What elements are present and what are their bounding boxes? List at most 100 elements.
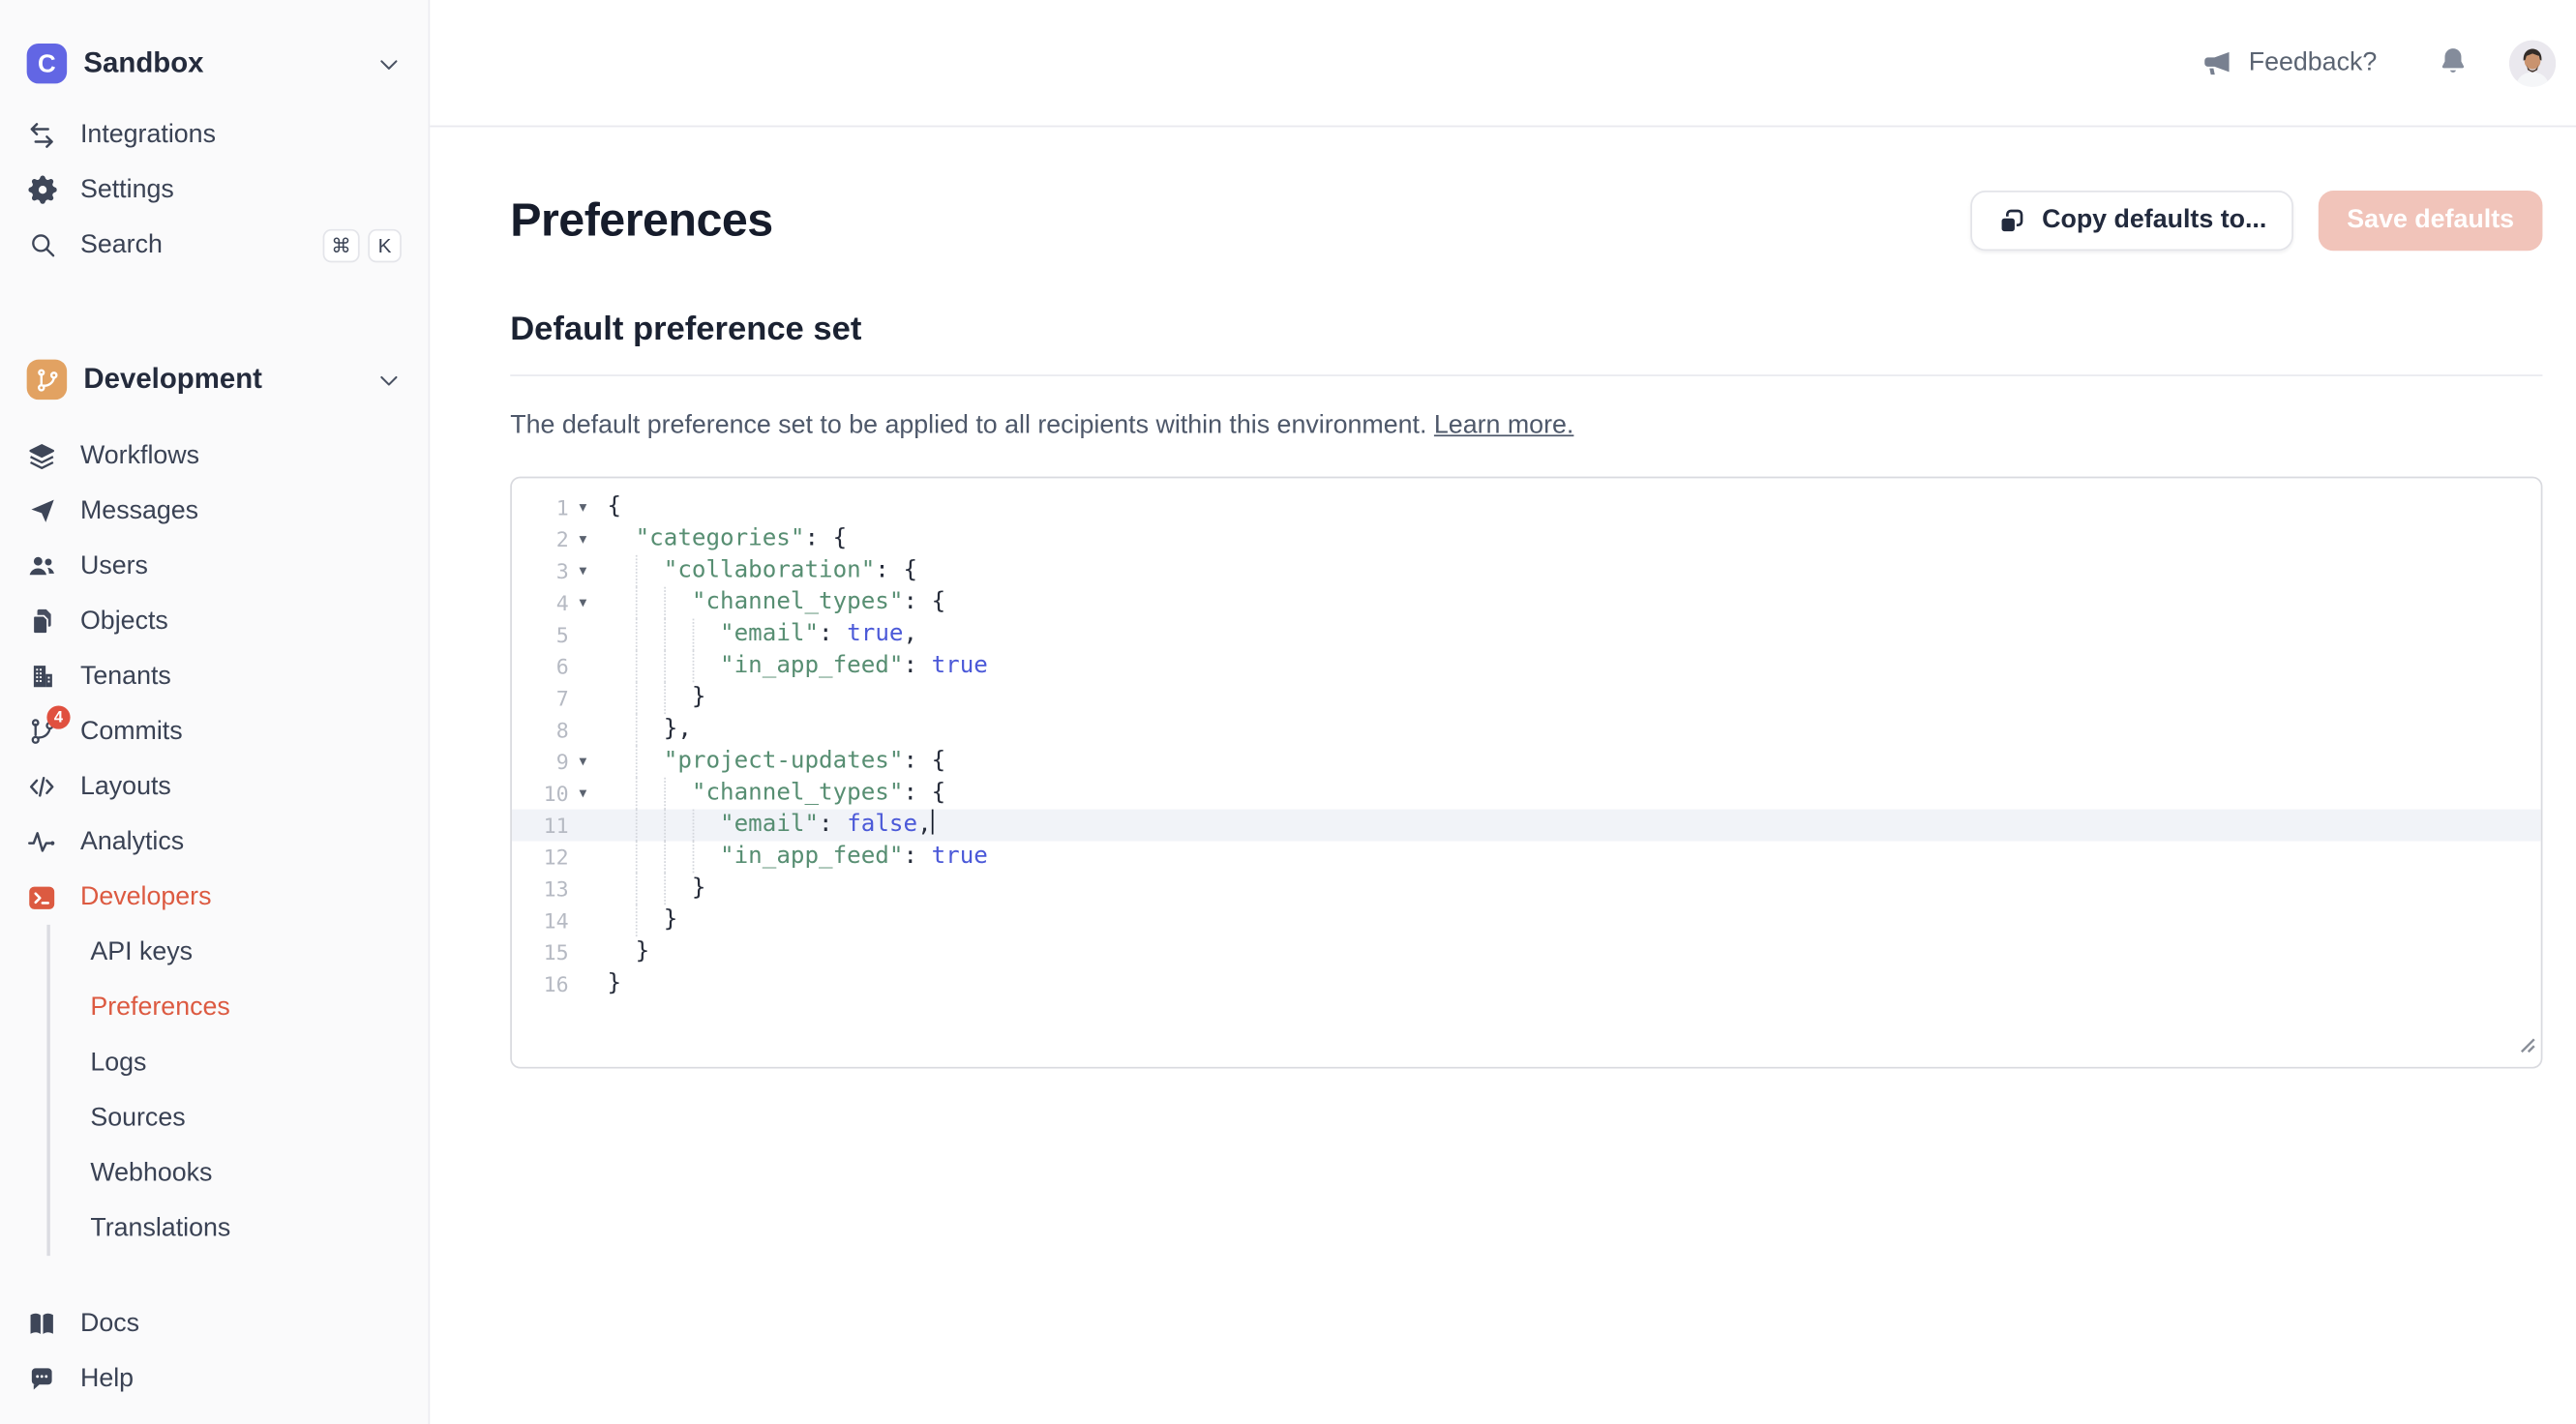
sidebar-item-search[interactable]: Search⌘K	[0, 218, 429, 273]
line-number: 1	[512, 491, 569, 523]
line-number: 3	[512, 555, 569, 587]
line-number: 10	[512, 778, 569, 810]
code-text: "in_app_feed": true	[597, 650, 2541, 682]
workspace-switcher[interactable]: C Sandbox	[27, 44, 402, 83]
sidebar-item-help[interactable]: Help	[0, 1352, 429, 1408]
fold-arrow-icon[interactable]: ▾	[569, 491, 597, 523]
editor-line-14[interactable]: 14 }	[512, 905, 2541, 936]
sidebar-item-docs[interactable]: Docs	[0, 1297, 429, 1352]
sidebar-item-label: Users	[80, 551, 148, 581]
copy-defaults-button[interactable]: Copy defaults to...	[1970, 191, 2293, 251]
code-text: "channel_types": {	[597, 587, 2541, 619]
sidebar-item-layouts[interactable]: Layouts	[0, 759, 429, 815]
user-avatar[interactable]	[2509, 40, 2556, 86]
editor-line-16[interactable]: 16}	[512, 968, 2541, 1000]
editor-line-9[interactable]: 9▾ "project-updates": {	[512, 746, 2541, 778]
line-number: 16	[512, 968, 569, 1000]
section-description: The default preference set to be applied…	[510, 411, 2542, 441]
feedback-button[interactable]: Feedback?	[2202, 46, 2377, 78]
sidebar-env-nav: WorkflowsMessages Users ObjectsTenants4Com…	[0, 429, 429, 925]
editor-lines: 1▾{2▾ "categories": {3▾ "collaboration":…	[512, 491, 2541, 999]
editor-line-8[interactable]: 8 },	[512, 714, 2541, 746]
sidebar-item-translations[interactable]: Translations	[50, 1201, 429, 1256]
editor-line-15[interactable]: 15 }	[512, 936, 2541, 968]
editor-line-4[interactable]: 4▾ "channel_types": {	[512, 587, 2541, 619]
sidebar-item-commits[interactable]: 4Commits	[0, 704, 429, 759]
sidebar-developers-subnav: API keysPreferencesLogsSourcesWebhooksTr…	[46, 925, 428, 1256]
editor-line-7[interactable]: 7 }	[512, 682, 2541, 714]
sidebar-item-label: Integrations	[80, 120, 216, 150]
fold-arrow-icon[interactable]: ▾	[569, 778, 597, 810]
line-number: 11	[512, 810, 569, 842]
code-text: "categories": {	[597, 523, 2541, 555]
sidebar-item-logs[interactable]: Logs	[50, 1035, 429, 1090]
workspace-name: Sandbox	[83, 46, 203, 80]
sidebar-item-preferences[interactable]: Preferences	[50, 980, 429, 1035]
sidebar-item-label: Analytics	[80, 827, 184, 857]
editor-line-1[interactable]: 1▾{	[512, 491, 2541, 523]
environment-switcher[interactable]: Development	[27, 360, 402, 400]
sidebar-item-label: Layouts	[80, 772, 171, 802]
editor-line-12[interactable]: 12 "in_app_feed": true	[512, 841, 2541, 873]
learn-more-link[interactable]: Learn more.	[1434, 411, 1573, 439]
pulse-icon	[27, 826, 57, 858]
code-text: },	[597, 714, 2541, 746]
line-number: 4	[512, 587, 569, 619]
sidebar-item-webhooks[interactable]: Webhooks	[50, 1145, 429, 1201]
feedback-label: Feedback?	[2249, 47, 2378, 77]
book-icon	[27, 1310, 57, 1340]
code-text: }	[597, 905, 2541, 936]
editor-line-5[interactable]: 5 "email": true,	[512, 619, 2541, 651]
documents-icon	[27, 607, 57, 635]
editor-line-2[interactable]: 2▾ "categories": {	[512, 523, 2541, 555]
line-number: 9	[512, 746, 569, 778]
sidebar-item-users[interactable]: Users	[0, 539, 429, 594]
editor-line-13[interactable]: 13 }	[512, 873, 2541, 905]
json-editor[interactable]: 1▾{2▾ "categories": {3▾ "collaboration":…	[510, 477, 2542, 1069]
sidebar-item-objects[interactable]: Objects	[0, 594, 429, 649]
environment-name: Development	[83, 363, 262, 397]
editor-line-6[interactable]: 6 "in_app_feed": true	[512, 650, 2541, 682]
sidebar-item-settings[interactable]: Settings	[0, 163, 429, 218]
fold-arrow-icon[interactable]: ▾	[569, 555, 597, 587]
sidebar-item-analytics[interactable]: Analytics	[0, 815, 429, 870]
avatar-image	[2509, 40, 2556, 86]
save-defaults-button[interactable]: Save defaults	[2319, 191, 2543, 251]
line-number: 13	[512, 873, 569, 905]
copy-icon	[1996, 206, 2024, 234]
sidebar-item-developers[interactable]: Developers	[0, 870, 429, 925]
sidebar-item-integrations[interactable]: Integrations	[0, 107, 429, 163]
terminal-icon	[27, 882, 57, 912]
gear-icon	[27, 175, 57, 203]
sidebar-item-label: Developers	[80, 882, 212, 912]
chat-icon	[27, 1365, 57, 1395]
code-text: }	[597, 682, 2541, 714]
code-text: }	[597, 873, 2541, 905]
fold-arrow-icon[interactable]: ▾	[569, 746, 597, 778]
fold-arrow-icon[interactable]: ▾	[569, 523, 597, 555]
megaphone-icon	[2202, 46, 2233, 78]
fold-gutter	[569, 650, 597, 682]
line-number: 2	[512, 523, 569, 555]
chevron-down-icon	[376, 367, 402, 392]
fold-arrow-icon[interactable]: ▾	[569, 587, 597, 619]
sidebar-item-sources[interactable]: Sources	[50, 1090, 429, 1145]
code-text: "project-updates": {	[597, 746, 2541, 778]
fold-gutter	[569, 682, 597, 714]
editor-line-10[interactable]: 10▾ "channel_types": {	[512, 778, 2541, 810]
environment-logo-icon	[27, 360, 67, 400]
line-number: 5	[512, 619, 569, 651]
sidebar-item-api-keys[interactable]: API keys	[50, 925, 429, 980]
sidebar-item-workflows[interactable]: Workflows	[0, 429, 429, 484]
sidebar-item-tenants[interactable]: Tenants	[0, 649, 429, 704]
paper-plane-icon	[27, 496, 57, 524]
building-icon	[27, 663, 57, 691]
code-text: "in_app_feed": true	[597, 841, 2541, 873]
sidebar-item-messages[interactable]: Messages	[0, 484, 429, 539]
notifications-button[interactable]	[2438, 44, 2470, 81]
editor-resize-handle[interactable]	[2516, 1032, 2536, 1062]
git-branch-icon: 4	[27, 718, 57, 746]
code-text: "collaboration": {	[597, 555, 2541, 587]
editor-line-11[interactable]: 11 "email": false,	[512, 810, 2541, 842]
editor-line-3[interactable]: 3▾ "collaboration": {	[512, 555, 2541, 587]
